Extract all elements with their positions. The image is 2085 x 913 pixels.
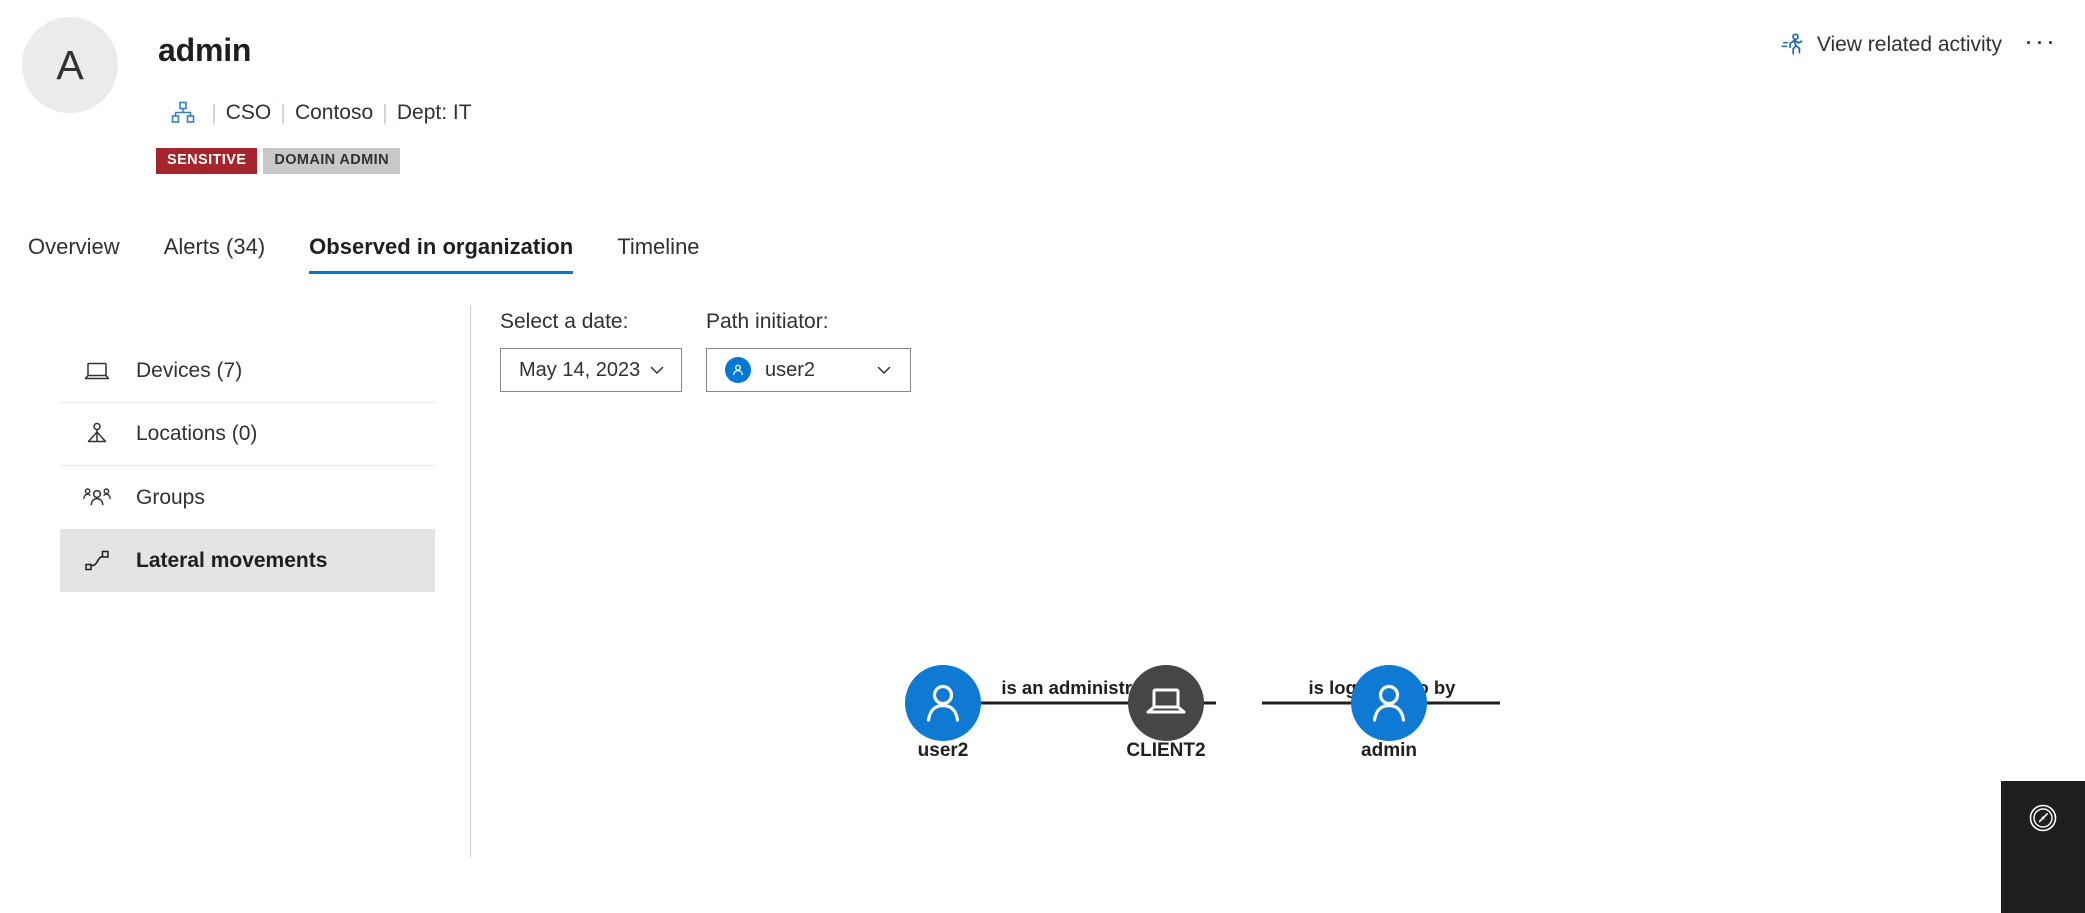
vertical-divider	[470, 305, 471, 858]
meta-separator: |	[280, 100, 286, 125]
chevron-down-icon	[874, 360, 894, 380]
graph-node-label-admin: admin	[1361, 740, 1417, 761]
meta-item-department: Dept: IT	[396, 101, 472, 124]
header-actions: View related activity ···	[1780, 28, 2065, 62]
chevron-down-icon	[647, 360, 667, 380]
tab-alerts[interactable]: Alerts (34)	[164, 228, 265, 274]
entity-tabs: Overview Alerts (34) Observed in organiz…	[0, 228, 744, 274]
path-initiator-value: user2	[765, 358, 816, 381]
location-person-icon	[82, 419, 112, 449]
meta-separator: |	[211, 100, 217, 125]
avatar: A	[22, 17, 118, 113]
page-title: admin	[158, 32, 252, 68]
sidebar-item-lateral-movements[interactable]: Lateral movements	[60, 529, 435, 592]
entity-meta: | CSO | Contoso | Dept: IT	[170, 99, 472, 127]
entity-header: A admin | CSO | Contoso | Dept: IT SENSI…	[0, 0, 2085, 205]
entity-nav-list: Devices (7) Locations (0) Groups Lateral…	[60, 340, 435, 592]
user-icon	[725, 357, 751, 383]
running-person-icon	[1780, 32, 1806, 58]
sidebar-item-devices[interactable]: Devices (7)	[60, 340, 435, 403]
path-initiator-label: Path initiator:	[706, 310, 829, 333]
meta-item-role: CSO	[225, 101, 272, 124]
date-select-value: May 14, 2023	[519, 358, 641, 381]
graph-node-label-client2: CLIENT2	[1126, 740, 1205, 761]
tab-timeline[interactable]: Timeline	[617, 228, 699, 274]
meta-separator: |	[382, 100, 388, 125]
graph-filters: Select a date: May 14, 2023 Path initiat…	[500, 310, 911, 392]
lateral-movement-icon	[82, 546, 112, 576]
laptop-icon	[82, 356, 112, 386]
sidebar-item-label: Groups	[136, 485, 205, 509]
assistant-widget-button[interactable]	[2001, 781, 2085, 913]
meta-item-company: Contoso	[294, 101, 374, 124]
sidebar-item-label: Locations (0)	[136, 422, 258, 445]
sidebar-item-label: Devices (7)	[136, 359, 243, 382]
more-options-button[interactable]: ···	[2016, 28, 2065, 62]
badge-list: SENSITIVE DOMAIN ADMIN	[156, 148, 400, 174]
status-badge-sensitive: SENSITIVE	[156, 148, 258, 174]
graph-node-client2[interactable]: CLIENT2	[1126, 665, 1206, 761]
view-related-activity-label: View related activity	[1816, 33, 2003, 56]
lateral-movement-graph: is an administrator on is logged into by…	[490, 420, 1980, 858]
date-select[interactable]: May 14, 2023	[500, 348, 682, 392]
path-initiator-filter: Path initiator: user2	[706, 310, 911, 392]
view-related-activity-button[interactable]: View related activity	[1780, 32, 2002, 58]
gauge-icon	[2028, 803, 2058, 838]
path-initiator-select[interactable]: user2	[706, 348, 911, 392]
sidebar-item-groups[interactable]: Groups	[60, 466, 435, 529]
org-hierarchy-icon	[170, 100, 196, 126]
tab-observed-in-organization[interactable]: Observed in organization	[309, 228, 574, 274]
date-filter: Select a date: May 14, 2023	[500, 310, 682, 392]
sidebar-item-label: Lateral movements	[136, 548, 328, 572]
date-filter-label: Select a date:	[500, 310, 629, 333]
status-badge-domain-admin: DOMAIN ADMIN	[263, 148, 400, 174]
tab-overview[interactable]: Overview	[28, 228, 120, 274]
graph-node-label-user2: user2	[918, 740, 969, 761]
graph-node-user2[interactable]: user2	[905, 665, 981, 761]
people-group-icon	[82, 483, 112, 513]
graph-node-admin[interactable]: admin	[1351, 665, 1427, 761]
avatar-initial: A	[56, 41, 84, 88]
sidebar-item-locations[interactable]: Locations (0)	[60, 403, 435, 466]
